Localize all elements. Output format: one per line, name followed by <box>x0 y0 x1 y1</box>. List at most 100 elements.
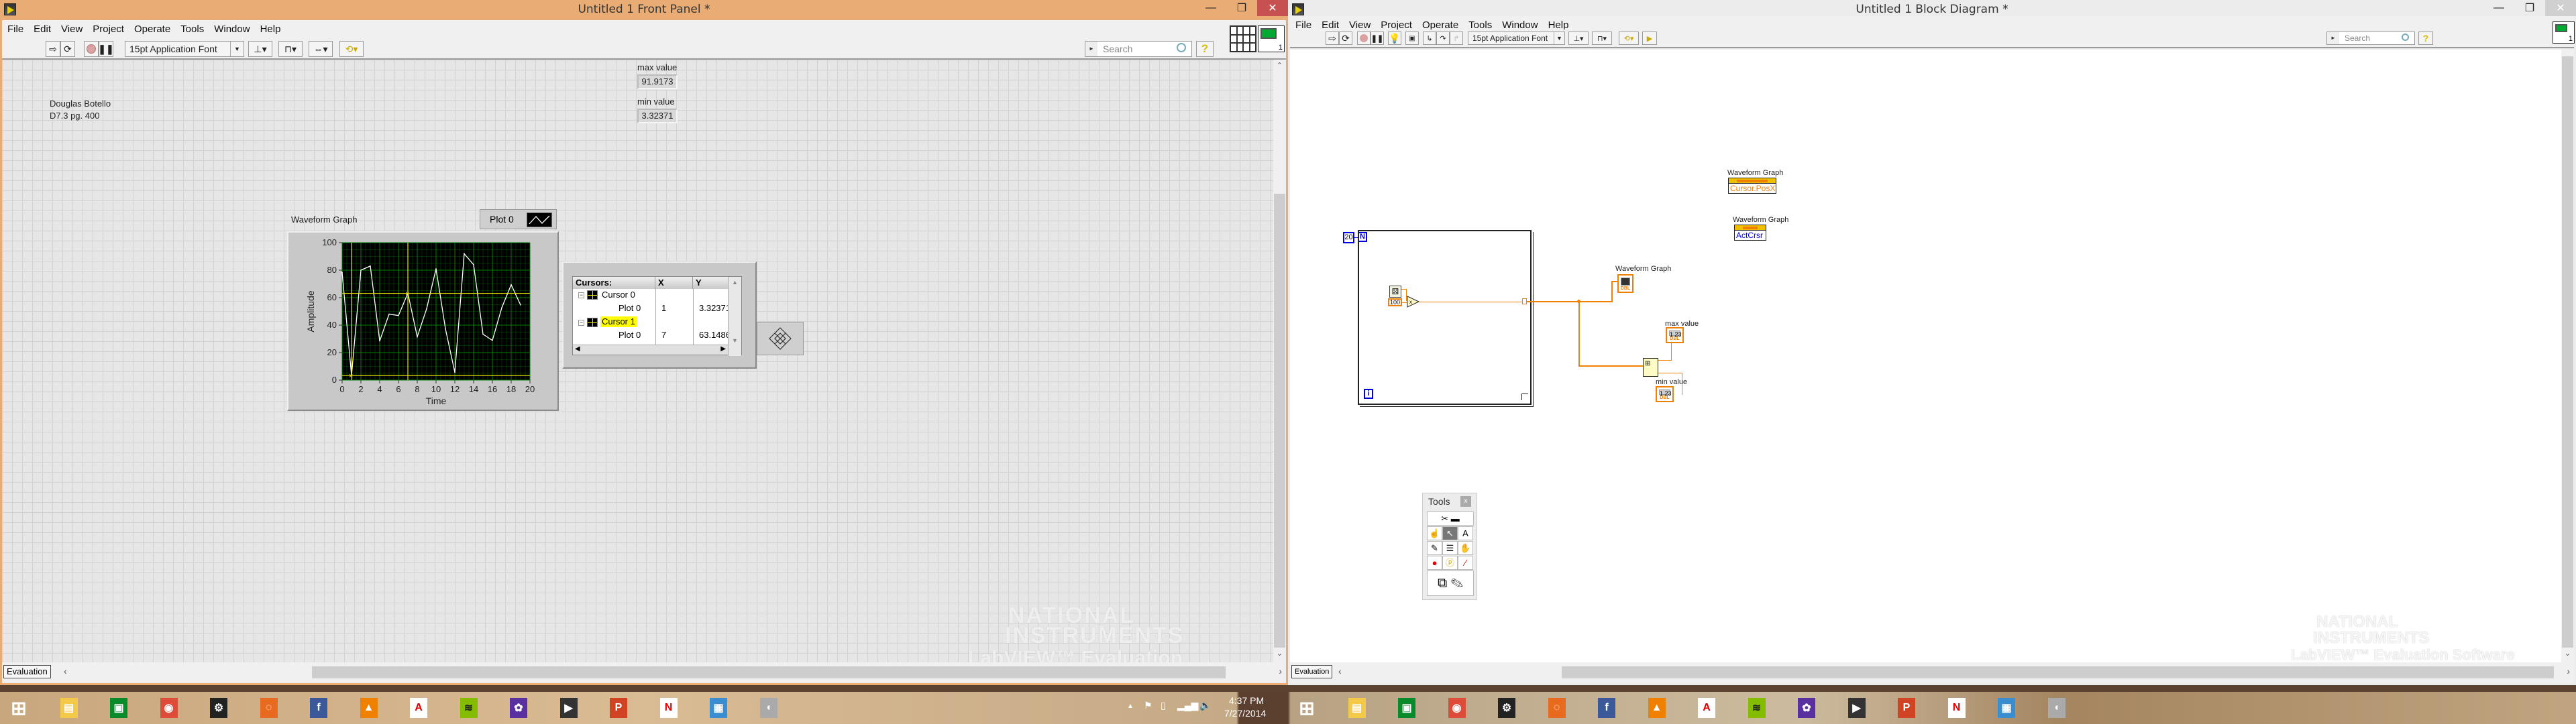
max-value-indicator[interactable]: 91.9173 <box>637 74 678 89</box>
taskbar-powerpoint-icon[interactable]: P <box>1892 694 1921 722</box>
taskbar-control-panel-icon[interactable]: ▦ <box>704 694 733 722</box>
min-value-terminal[interactable]: 1.23 DBL <box>1656 386 1674 402</box>
run-arrow-icon[interactable]: ⇨ <box>46 41 60 57</box>
clean-up-diagram-icon[interactable]: ▶ <box>1642 32 1657 45</box>
close-button[interactable]: ✕ <box>1257 0 1288 16</box>
front-panel-canvas[interactable]: Douglas Botello D7.3 pg. 400 max value 9… <box>2 60 1273 662</box>
plot-legend[interactable]: Plot 0 <box>480 209 557 229</box>
block-diagram-canvas[interactable]: 20 N i ⚄ 100 x Waveform Graph DBL ⊞ max … <box>1290 50 2561 662</box>
reorder-icon[interactable]: ⟲▾ <box>1619 32 1639 45</box>
cursor0-name[interactable]: Cursor 0 <box>602 290 635 300</box>
scroll-right-icon[interactable]: › <box>2567 666 2570 676</box>
taskbar-steam-icon[interactable]: ⚙ <box>1493 694 1521 722</box>
cursor-move-diamond-icon[interactable] <box>757 322 803 355</box>
loop-count-constant[interactable]: 20 <box>1343 232 1354 243</box>
distribute-objects-icon[interactable]: ⊓▾ <box>1592 32 1612 45</box>
set-color-tool-icon[interactable]: ⧉ ✎ <box>1427 570 1474 596</box>
scroll-up-icon[interactable]: ⌃ <box>1273 61 1286 73</box>
for-loop-structure[interactable] <box>1358 230 1532 405</box>
cursor-crosshair-icon[interactable] <box>587 290 598 300</box>
run-continuously-icon[interactable]: ⟳ <box>1339 32 1352 45</box>
search-input[interactable]: ► Search <box>1085 41 1192 57</box>
font-select[interactable]: 15pt Application Font ▼ <box>125 41 244 57</box>
action-center-flag-icon[interactable]: ⚑ <box>1144 700 1152 711</box>
taskbar-start-icon[interactable]: ⊞ <box>1293 694 1321 722</box>
horizontal-scrollbar[interactable]: Evaluation ‹ › <box>2 662 1286 683</box>
object-shortcut-menu-tool-icon[interactable]: ☰ <box>1442 541 1458 555</box>
scrollbar-thumb[interactable] <box>2562 56 2573 648</box>
context-help-button[interactable]: ? <box>1196 41 1214 57</box>
probe-tool-icon[interactable]: ⓟ <box>1442 556 1458 570</box>
cursor-vertical-scrollbar[interactable]: ▲ ▼ <box>728 277 741 356</box>
color-copy-tool-icon[interactable]: ⁄ <box>1458 556 1473 570</box>
scroll-left-icon[interactable]: ‹ <box>64 666 67 676</box>
scroll-down-icon[interactable]: ⌄ <box>1273 649 1286 661</box>
waveform-graph[interactable]: 0 2 4 6 8 10 12 14 16 18 20 0 20 40 60 80 100 Time Amplitu… <box>287 231 559 411</box>
distribute-objects-icon[interactable]: ⊓▾ <box>278 41 303 57</box>
taskbar-vlc-icon[interactable]: ▲ <box>355 694 383 722</box>
taskbar-adobe-reader-icon[interactable]: A <box>405 694 433 722</box>
taskbar-adobe-reader-icon[interactable]: A <box>1693 694 1721 722</box>
taskbar-labview-icon[interactable]: ▶ <box>555 694 583 722</box>
max-value-terminal[interactable]: 1.23 DBL <box>1666 327 1684 343</box>
menu-view[interactable]: View <box>61 23 83 35</box>
volume-icon[interactable]: 🔈 <box>1199 700 1211 711</box>
scroll-right-icon[interactable]: ▶ <box>720 345 726 353</box>
run-arrow-icon[interactable]: ⇨ <box>1326 32 1339 45</box>
scroll-left-icon[interactable]: ‹ <box>1338 666 1342 676</box>
restore-button[interactable]: ❐ <box>2514 0 2545 16</box>
menu-help[interactable]: Help <box>260 23 281 35</box>
menu-project[interactable]: Project <box>93 23 124 35</box>
taskbar-control-panel-icon[interactable]: ▦ <box>1992 694 2021 722</box>
taskbar-spotify-icon[interactable]: ≋ <box>1743 694 1771 722</box>
taskbar-origin-icon[interactable]: ◌ <box>1543 694 1571 722</box>
resize-objects-icon[interactable]: ⇔▾ <box>309 41 333 57</box>
cursor-horizontal-scrollbar[interactable]: ◀ ▶ <box>573 345 728 355</box>
align-objects-icon[interactable]: ⊥▾ <box>248 41 272 57</box>
cursor0-x[interactable]: 1 <box>661 303 666 314</box>
show-hidden-icons-icon[interactable]: ▲ <box>1127 703 1134 710</box>
scroll-right-icon[interactable]: › <box>1279 666 1282 676</box>
min-value-indicator[interactable]: 3.32371 <box>637 109 678 123</box>
cursor-table[interactable]: Cursors: X Y − Cursor 0 Plot 0 1 3.32371… <box>572 276 742 356</box>
property-node-cursor-posx[interactable]: Cursor.PosX <box>1728 178 1776 194</box>
vi-icon[interactable]: 1 <box>2553 21 2575 44</box>
search-options-icon[interactable]: ► <box>1085 42 1097 56</box>
tools-palette-close-button[interactable]: x <box>1460 496 1471 507</box>
breakpoint-tool-icon[interactable]: ● <box>1427 556 1442 570</box>
random-number-dice-icon[interactable]: ⚄ <box>1389 286 1401 298</box>
scrollbar-thumb[interactable] <box>1274 194 1285 648</box>
cursor-movement-control[interactable] <box>757 322 804 355</box>
taskbar-start-icon[interactable]: ⊞ <box>5 694 33 722</box>
taskbar-spotify-icon[interactable]: ≋ <box>455 694 483 722</box>
pause-icon[interactable]: ❚❚ <box>1371 32 1384 45</box>
minimize-button[interactable]: — <box>1195 0 1226 16</box>
taskbar-store-icon[interactable]: ▣ <box>105 694 133 722</box>
align-objects-icon[interactable]: ⊥▾ <box>1568 32 1589 45</box>
taskbar-speakers-icon[interactable]: ◖ <box>2043 694 2071 722</box>
property-node-actcrsr[interactable]: ActCrsr <box>1734 225 1766 241</box>
minimize-button[interactable]: — <box>2483 0 2514 16</box>
step-out-icon[interactable]: ↱ <box>1450 32 1463 45</box>
reorder-icon[interactable]: ⟲▾ <box>339 41 364 57</box>
taskbar-labview-icon[interactable]: ▶ <box>1843 694 1871 722</box>
loop-resize-corner-icon[interactable] <box>1521 394 1528 400</box>
pause-icon[interactable]: ❚❚ <box>98 41 114 57</box>
taskbar-netflix-icon[interactable]: N <box>655 694 683 722</box>
array-max-min-function[interactable]: ⊞ <box>1643 358 1658 377</box>
loop-iteration-terminal[interactable]: i <box>1364 389 1373 399</box>
auto-indexing-tunnel[interactable] <box>1522 298 1527 304</box>
taskbar-chrome-icon[interactable]: ◉ <box>1443 694 1471 722</box>
cursor1-name[interactable]: Cursor 1 <box>600 316 637 327</box>
abort-icon[interactable] <box>1357 32 1371 45</box>
waveform-graph-terminal[interactable]: DBL <box>1617 274 1633 293</box>
scroll-window-tool-icon[interactable]: ✋ <box>1458 541 1473 555</box>
automatic-tool-selection-icon[interactable]: ✂ ▬ <box>1427 511 1474 526</box>
taskbar-steam-icon[interactable]: ⚙ <box>205 694 233 722</box>
highlight-execution-icon[interactable]: 💡 <box>1388 32 1401 45</box>
scrollbar-thumb[interactable] <box>312 666 1226 678</box>
run-continuously-icon[interactable]: ⟳ <box>60 41 75 57</box>
scroll-left-icon[interactable]: ◀ <box>575 345 580 353</box>
connector-pane-icon[interactable] <box>1230 25 1256 52</box>
step-over-icon[interactable]: ↷ <box>1436 32 1450 45</box>
